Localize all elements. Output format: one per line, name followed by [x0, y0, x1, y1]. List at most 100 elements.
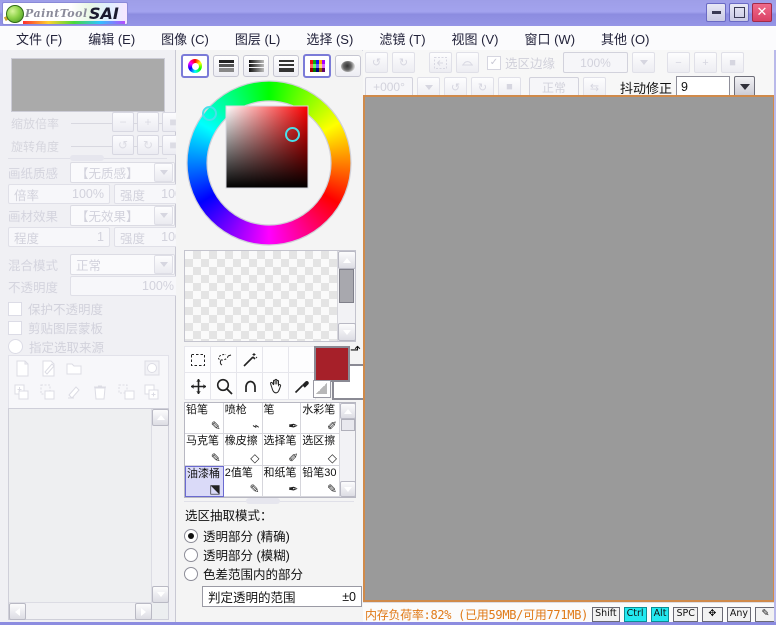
lasso-select-tool[interactable]: [210, 346, 238, 374]
menu-filter[interactable]: 滤镜 (T): [369, 27, 435, 50]
zoom-tool[interactable]: [210, 372, 238, 400]
material-effect-select[interactable]: 【无效果】: [70, 205, 175, 226]
brush-select-pen[interactable]: 选择笔 ✐: [262, 434, 302, 466]
opacity-field[interactable]: 100%: [70, 276, 180, 296]
new-linework-layer-icon[interactable]: [35, 356, 61, 380]
brush-pencil30[interactable]: 铅笔30 ✎: [301, 465, 340, 497]
menu-select[interactable]: 选择 (S): [296, 27, 363, 50]
color-list-mode-button[interactable]: [273, 55, 299, 77]
hsv-sliders-mode-button[interactable]: [243, 55, 269, 77]
selection-fill-button[interactable]: [456, 52, 479, 73]
panel-divider-handle[interactable]: [8, 154, 167, 162]
rotate-tool[interactable]: [236, 372, 264, 400]
menu-file[interactable]: 文件 (F): [6, 27, 72, 50]
duplicate-layer-icon[interactable]: [139, 380, 165, 404]
foreground-color-swatch[interactable]: [314, 346, 350, 382]
navigator-preview[interactable]: [11, 58, 165, 112]
transparency-range-field[interactable]: 判定透明的范围 ±0: [202, 586, 362, 607]
sv-square-cursor[interactable]: [285, 127, 300, 142]
swatch-scroll-up-button[interactable]: [338, 251, 356, 269]
maximize-button[interactable]: [729, 3, 749, 22]
merge-down-icon[interactable]: [9, 380, 35, 404]
tool-options-divider-handle[interactable]: [184, 497, 354, 505]
menu-layer[interactable]: 图层 (L): [225, 27, 291, 50]
delete-layer-icon[interactable]: [87, 380, 113, 404]
brush-select-eraser[interactable]: 选区擦 ◇: [301, 434, 340, 466]
option-transparent-fuzzy[interactable]: 透明部分 (模糊): [184, 545, 354, 564]
layer-list-panel[interactable]: [8, 408, 169, 620]
redo-button[interactable]: ↻: [392, 52, 415, 73]
rotate-ccw-button[interactable]: ↺: [112, 135, 134, 155]
menu-edit[interactable]: 编辑 (E): [78, 27, 145, 50]
selection-edge-option[interactable]: ✓ 选区边缘: [487, 53, 555, 72]
minimize-button[interactable]: [706, 3, 726, 22]
blank-tool-2[interactable]: [288, 346, 316, 374]
menu-image[interactable]: 图像 (C): [151, 27, 219, 50]
reset-colors-icon[interactable]: [313, 380, 331, 398]
radio-icon[interactable]: [184, 547, 198, 562]
menu-window[interactable]: 窗口 (W): [514, 27, 585, 50]
brush-marker[interactable]: 马克笔 ✎: [185, 434, 224, 466]
hue-ring-cursor[interactable]: [202, 106, 217, 121]
rgb-sliders-mode-button[interactable]: [213, 55, 239, 77]
magic-wand-tool[interactable]: [236, 346, 264, 374]
protect-alpha-option[interactable]: 保护不透明度: [8, 299, 103, 318]
swatch-panel[interactable]: [184, 250, 356, 342]
canvas-opacity-dropdown[interactable]: [632, 52, 656, 73]
cut-merge-icon[interactable]: [35, 380, 61, 404]
zoom-in-button[interactable]: +: [137, 112, 159, 132]
zoom-out-button[interactable]: −: [112, 112, 134, 132]
clipping-mask-option[interactable]: 剪贴图层蒙板: [8, 318, 103, 337]
menu-other[interactable]: 其他 (O): [591, 27, 659, 50]
brush-scroll-thumb[interactable]: [341, 419, 355, 431]
swatch-scroll-thumb[interactable]: [339, 269, 354, 303]
checkbox-icon[interactable]: ✓: [487, 55, 501, 70]
hand-tool[interactable]: [262, 372, 290, 400]
brush-pen[interactable]: 笔 ✒: [262, 403, 302, 435]
brush-watercolor[interactable]: 水彩笔 ✐: [301, 403, 340, 435]
brush-pencil[interactable]: 铅笔 ✎: [185, 403, 224, 435]
rotate-cw-button[interactable]: ↻: [137, 135, 159, 155]
scroll-right-button[interactable]: [135, 603, 152, 620]
brush-binary-pen[interactable]: 2值笔 ✎: [223, 465, 263, 497]
canvas-zoom-reset-button[interactable]: ■: [721, 52, 745, 73]
radio-icon[interactable]: [184, 566, 198, 581]
new-layer-icon[interactable]: [9, 356, 35, 380]
checkbox-icon[interactable]: [8, 320, 22, 335]
menu-view[interactable]: 视图 (V): [442, 27, 509, 50]
transfer-down-icon[interactable]: [113, 380, 139, 404]
selection-invert-button[interactable]: [429, 52, 452, 73]
select-source-option[interactable]: 指定选取来源: [8, 337, 104, 356]
swatch-scroll-down-button[interactable]: [338, 323, 356, 341]
swap-colors-icon[interactable]: ⬏: [350, 342, 361, 358]
layer-mask-icon[interactable]: [139, 356, 165, 380]
brush-eraser[interactable]: 橡皮擦 ◇: [223, 434, 263, 466]
drawing-canvas[interactable]: [363, 95, 775, 602]
paper-texture-select[interactable]: 【无质感】: [70, 162, 175, 183]
clear-layer-icon[interactable]: [61, 380, 87, 404]
scroll-down-button[interactable]: [152, 586, 169, 603]
radio-icon[interactable]: [8, 339, 23, 354]
paper-scale-field[interactable]: 倍率 100%: [8, 184, 110, 204]
layer-list-content[interactable]: [9, 409, 152, 603]
gradient-blob-mode-button[interactable]: [335, 55, 361, 77]
brush-list-scrollbar[interactable]: [339, 403, 356, 497]
brush-airbrush[interactable]: 喷枪 ⌁: [223, 403, 263, 435]
swatch-grid-mode-button[interactable]: [303, 54, 331, 78]
color-wheel-mode-button[interactable]: [181, 54, 209, 78]
brush-bucket[interactable]: 油漆桶 ⬔: [185, 465, 224, 497]
color-wheel[interactable]: [184, 78, 354, 248]
move-tool[interactable]: [184, 372, 212, 400]
brush-washi-pen[interactable]: 和纸笔 ✒: [262, 465, 302, 497]
canvas-zoom-in-button[interactable]: +: [694, 52, 718, 73]
brush-scroll-up-button[interactable]: [340, 403, 356, 419]
scroll-up-button[interactable]: [152, 409, 169, 426]
blank-tool-1[interactable]: [262, 346, 290, 374]
scroll-left-button[interactable]: [9, 603, 26, 620]
checkbox-icon[interactable]: [8, 301, 22, 316]
brush-scroll-down-button[interactable]: [340, 481, 356, 497]
canvas-opacity-field[interactable]: 100%: [563, 52, 629, 73]
layer-list-horizontal-scrollbar[interactable]: [9, 602, 152, 620]
effect-degree-field[interactable]: 程度 1: [8, 227, 110, 247]
color-wheel-svg[interactable]: [184, 78, 354, 248]
